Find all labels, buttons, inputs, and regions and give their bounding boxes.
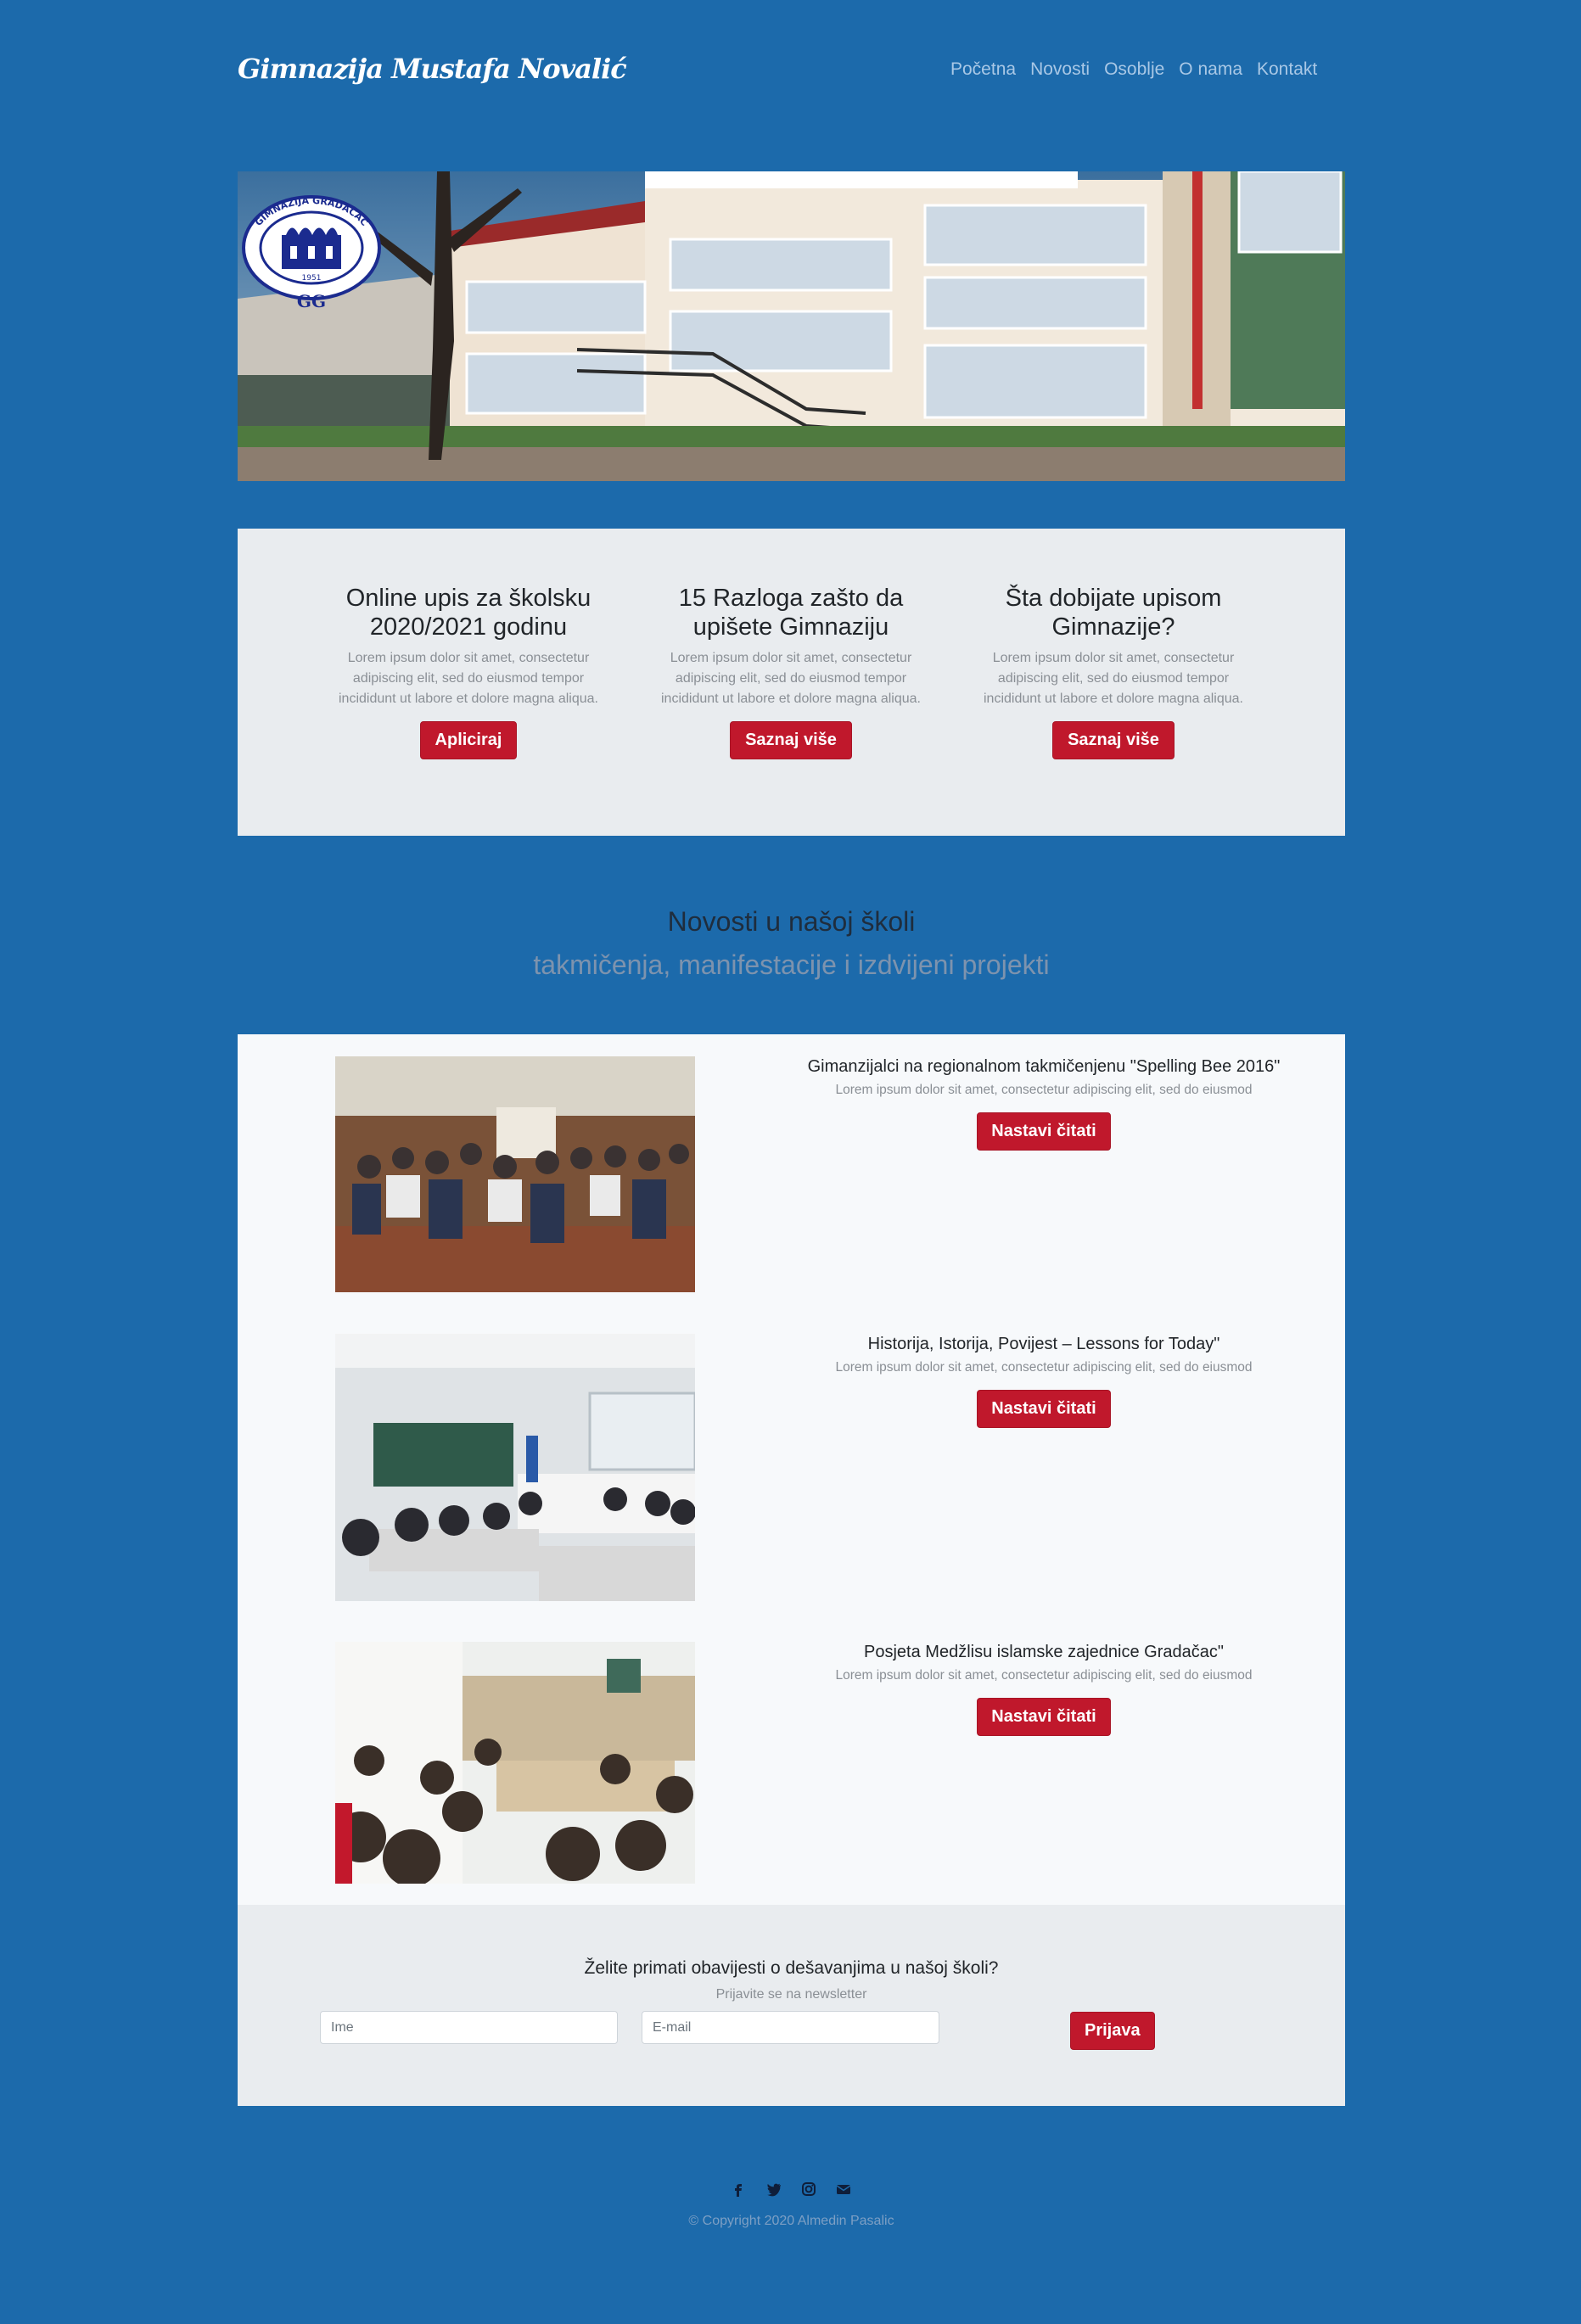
feature-text: Lorem ipsum dolor sit amet, consectetur …: [339, 651, 598, 706]
feature-card: 15 Razloga zašto da upišete Gimnaziju Lo…: [647, 584, 935, 759]
nav-item-osoblje[interactable]: Osoblje: [1104, 59, 1164, 87]
email-input[interactable]: [642, 2011, 939, 2044]
logo-initials: GG: [297, 291, 326, 311]
news-title: Historija, Istorija, Povijest – Lessons …: [867, 1335, 1220, 1353]
feature-card: Šta dobijate upisom Gimnazije? Lorem ips…: [969, 584, 1258, 759]
newsletter-title: Želite primati obavijesti o dešavanjima …: [584, 1958, 999, 1978]
main-nav: Početna Novosti Osoblje O nama Kontakt: [950, 59, 1317, 87]
envelope-icon[interactable]: [834, 2180, 853, 2198]
read-more-button[interactable]: Nastavi čitati: [977, 1390, 1111, 1428]
newsletter-panel: Želite primati obavijesti o dešavanjima …: [238, 1905, 1345, 2106]
nav-item-kontakt[interactable]: Kontakt: [1257, 59, 1317, 87]
news-text: Lorem ipsum dolor sit amet, consectetur …: [835, 1360, 1253, 1375]
facebook-icon[interactable]: [730, 2180, 748, 2198]
name-input[interactable]: [320, 2011, 618, 2044]
news-title: Gimanzijalci na regionalnom takmičenjenu…: [807, 1057, 1281, 1076]
news-text: Lorem ipsum dolor sit amet, consectetur …: [835, 1083, 1253, 1097]
learn-more-button[interactable]: Saznaj više: [730, 721, 852, 759]
feature-title: Šta dobijate upisom Gimnazije?: [1005, 585, 1222, 641]
news-text: Lorem ipsum dolor sit amet, consectetur …: [835, 1668, 1253, 1683]
nav-item-o-nama[interactable]: O nama: [1179, 59, 1242, 87]
news-image[interactable]: [335, 1056, 695, 1292]
newsletter-subtitle: Prijavite se na newsletter: [715, 1987, 867, 2002]
features-panel: Online upis za školsku 2020/2021 godinu …: [238, 529, 1345, 836]
instagram-icon[interactable]: [799, 2180, 818, 2198]
site-brand[interactable]: Gimnazija Mustafa Novalić: [238, 53, 627, 95]
feature-text: Lorem ipsum dolor sit amet, consectetur …: [984, 651, 1243, 706]
read-more-button[interactable]: Nastavi čitati: [977, 1698, 1111, 1736]
logo-year: 1951: [302, 274, 322, 283]
social-links: [730, 2179, 853, 2199]
news-list: Gimanzijalci na regionalnom takmičenjenu…: [238, 1034, 1345, 1905]
feature-title: Online upis za školsku 2020/2021 godinu: [345, 585, 591, 641]
learn-more-button[interactable]: Saznaj više: [1052, 721, 1175, 759]
news-item: Gimanzijalci na regionalnom takmičenjenu…: [789, 1056, 1298, 1151]
news-item: Historija, Istorija, Povijest – Lessons …: [789, 1334, 1298, 1428]
nav-item-pocetna[interactable]: Početna: [950, 59, 1016, 87]
copyright: © Copyright 2020 Almedin Pasalic: [688, 2214, 894, 2228]
feature-text: Lorem ipsum dolor sit amet, consectetur …: [661, 651, 921, 706]
news-image[interactable]: [335, 1642, 695, 1884]
hero-school-image: 1951 GG GIMNAZIJA GRADAČAC: [238, 171, 1345, 481]
news-item: Posjeta Medžlisu islamske zajednice Grad…: [789, 1642, 1298, 1736]
read-more-button[interactable]: Nastavi čitati: [977, 1112, 1111, 1151]
feature-card: Online upis za školsku 2020/2021 godinu …: [324, 584, 613, 759]
subscribe-button[interactable]: Prijava: [1070, 2012, 1155, 2050]
nav-item-novosti[interactable]: Novosti: [1030, 59, 1090, 87]
twitter-icon[interactable]: [765, 2180, 783, 2198]
news-title: Posjeta Medžlisu islamske zajednice Grad…: [864, 1643, 1224, 1661]
news-image[interactable]: [335, 1334, 695, 1601]
news-section-subtitle: takmičenja, manifestacije i izdvijeni pr…: [533, 949, 1050, 980]
feature-title: 15 Razloga zašto da upišete Gimnaziju: [678, 585, 904, 641]
news-section-title: Novosti u našoj školi: [667, 906, 916, 937]
apply-button[interactable]: Apliciraj: [419, 721, 518, 759]
school-logo: 1951 GG GIMNAZIJA GRADAČAC: [239, 188, 384, 316]
